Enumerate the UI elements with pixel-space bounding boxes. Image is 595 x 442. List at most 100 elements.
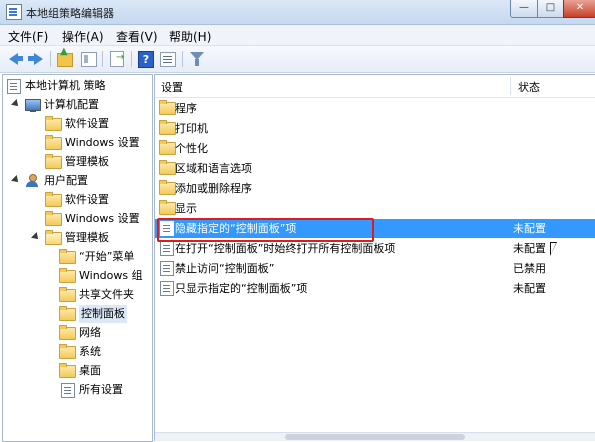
computer-icon	[25, 99, 41, 112]
filter-icon[interactable]	[190, 52, 204, 66]
column-divider[interactable]	[510, 77, 511, 95]
up-folder-icon[interactable]	[57, 46, 73, 67]
item-name: 程序	[175, 102, 197, 115]
item-name: 禁止访问“控制面板”	[175, 262, 275, 275]
item-state: 未配置	[513, 282, 546, 295]
menu-help[interactable]: 帮助(H)	[169, 28, 211, 45]
tree-label: 所有设置	[79, 383, 123, 396]
tree-label: 共享文件夹	[79, 288, 134, 301]
tree-label: 控制面板	[79, 305, 127, 323]
folder-icon	[159, 100, 176, 115]
tree-pane[interactable]: 本地计算机 策略 计算机配置 软件设置 Windows 设置 管理模板 用户配置…	[2, 74, 153, 442]
list-item-folder[interactable]: 个性化	[155, 139, 595, 158]
folder-icon	[59, 268, 76, 283]
title-bar: 本地组策略编辑器 — □ ✕	[0, 0, 595, 25]
scrollbar-thumb[interactable]	[285, 434, 465, 440]
folder-icon	[59, 344, 76, 359]
tree-label: 软件设置	[65, 117, 109, 130]
properties-icon[interactable]	[160, 52, 176, 67]
folder-icon	[159, 140, 176, 155]
tree-label: 管理模板	[65, 155, 109, 168]
item-state: 未配置	[513, 242, 546, 255]
column-header: 设置 状态	[155, 75, 595, 98]
list-item-folder[interactable]: 区域和语言选项	[155, 159, 595, 178]
folder-icon	[45, 192, 62, 207]
menu-view[interactable]: 查看(V)	[116, 28, 158, 45]
list-item-policy[interactable]: 在打开“控制面板”时始终打开所有控制面板项 未配置	[155, 239, 595, 258]
window-title: 本地组策略编辑器	[26, 7, 114, 20]
folder-icon	[59, 287, 76, 302]
list-item-policy[interactable]: 只显示指定的“控制面板”项 未配置	[155, 279, 595, 298]
tree-label: 管理模板	[65, 231, 109, 244]
column-status-header[interactable]: 状态	[518, 79, 540, 95]
policy-icon	[7, 79, 21, 94]
policy-setting-icon	[160, 221, 174, 236]
toolbar: ?	[0, 46, 595, 73]
toolbar-divider	[182, 51, 183, 67]
toolbar-divider	[50, 51, 51, 67]
item-name: 区域和语言选项	[175, 162, 252, 175]
tree-label: 桌面	[79, 364, 101, 377]
tree-label: 本地计算机 策略	[25, 79, 106, 92]
list-item-folder[interactable]: 程序	[155, 99, 595, 118]
menu-file[interactable]: 文件(F)	[8, 28, 48, 45]
export-list-icon[interactable]	[110, 51, 124, 67]
item-name: 显示	[175, 202, 197, 215]
forward-arrow-icon[interactable]	[26, 50, 44, 67]
menu-action[interactable]: 操作(A)	[62, 28, 104, 45]
tree-label: Windows 设置	[65, 136, 140, 149]
tree-label: 软件设置	[65, 193, 109, 206]
maximize-button[interactable]: □	[537, 0, 564, 18]
folder-icon	[45, 211, 62, 226]
folder-icon	[45, 135, 62, 150]
list-item-policy-selected[interactable]: 隐藏指定的“控制面板”项 未配置	[155, 219, 595, 238]
folder-icon	[159, 180, 176, 195]
column-setting-header[interactable]: 设置	[161, 79, 183, 95]
menu-bar: 文件(F) 操作(A) 查看(V) 帮助(H)	[0, 25, 595, 46]
minimize-button[interactable]: —	[510, 0, 538, 18]
item-state: 未配置	[513, 222, 546, 235]
folder-icon	[59, 325, 76, 340]
tree-label: 系统	[79, 345, 101, 358]
folder-icon	[59, 363, 76, 378]
tree-label: 用户配置	[44, 174, 88, 187]
back-arrow-icon[interactable]	[7, 50, 25, 67]
folder-open-icon	[45, 230, 62, 245]
tree-label: 计算机配置	[44, 98, 99, 111]
mouse-cursor-icon	[550, 242, 557, 256]
list-item-folder[interactable]: 显示	[155, 199, 595, 218]
policy-setting-icon	[160, 281, 174, 296]
item-name: 隐藏指定的“控制面板”项	[175, 222, 297, 235]
policy-setting-icon	[160, 241, 174, 256]
settings-list-icon	[61, 383, 75, 398]
folder-icon	[59, 306, 76, 321]
close-button[interactable]: ✕	[563, 0, 595, 18]
item-name: 添加或删除程序	[175, 182, 252, 195]
item-name: 在打开“控制面板”时始终打开所有控制面板项	[175, 242, 396, 255]
tree-label: Windows 设置	[65, 212, 140, 225]
item-state: 已禁用	[513, 262, 546, 275]
item-name: 只显示指定的“控制面板”项	[175, 282, 308, 295]
list-item-policy[interactable]: 禁止访问“控制面板” 已禁用	[155, 259, 595, 278]
show-hide-tree-icon[interactable]	[81, 52, 97, 67]
folder-icon	[159, 200, 176, 215]
policy-setting-icon	[160, 261, 174, 276]
folder-icon	[159, 160, 176, 175]
user-icon	[25, 174, 39, 188]
toolbar-divider	[102, 51, 103, 67]
toolbar-divider	[131, 51, 132, 67]
list-item-folder[interactable]: 打印机	[155, 119, 595, 138]
tree-label: 网络	[79, 326, 101, 339]
tree-label: “开始”菜单	[79, 250, 135, 263]
folder-icon	[159, 120, 176, 135]
tree-label: Windows 组	[79, 269, 143, 282]
help-icon[interactable]: ?	[138, 51, 154, 68]
item-name: 打印机	[175, 122, 208, 135]
folder-icon	[59, 249, 76, 264]
item-name: 个性化	[175, 142, 208, 155]
folder-icon	[45, 154, 62, 169]
settings-list-pane[interactable]: 设置 状态 程序 打印机 个性化 区域和语言选项 添加或删除程序 显示 隐藏指定…	[154, 74, 595, 441]
list-item-folder[interactable]: 添加或删除程序	[155, 179, 595, 198]
policy-editor-icon	[6, 4, 22, 20]
folder-icon	[45, 116, 62, 131]
